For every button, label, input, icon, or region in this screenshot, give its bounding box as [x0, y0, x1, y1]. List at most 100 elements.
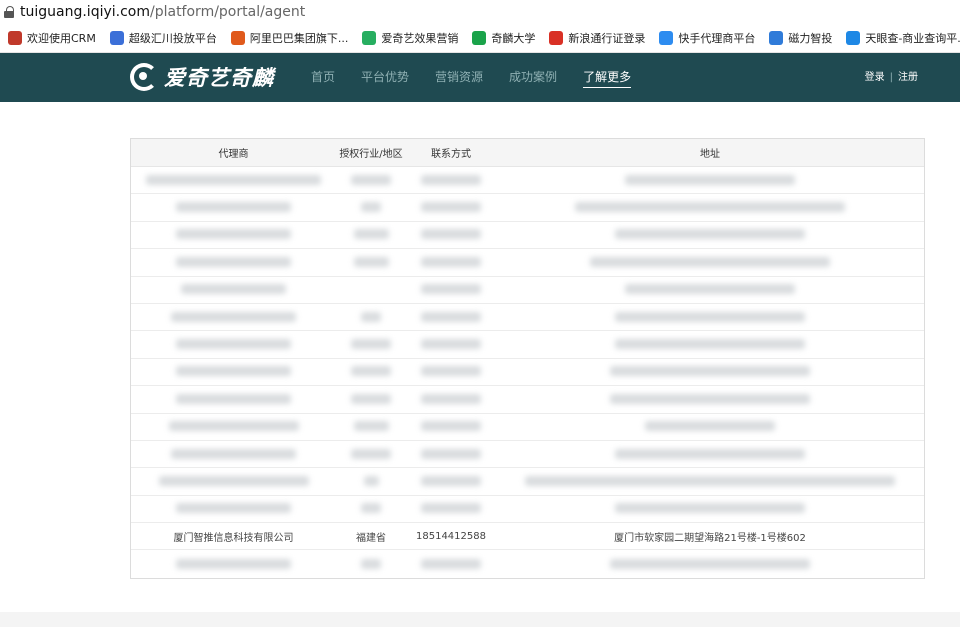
main-menu: 首页 平台优势 营销资源 成功案例 了解更多 [311, 53, 657, 102]
cell-phone [406, 311, 496, 323]
bookmark-label: 超级汇川投放平台 [128, 32, 217, 45]
redacted-text [615, 339, 805, 350]
cell-address [496, 339, 924, 350]
cell-phone [406, 503, 496, 514]
nav-home[interactable]: 首页 [311, 53, 335, 102]
redacted-text [575, 202, 845, 213]
cell-phone [406, 448, 496, 460]
cell-agent [131, 558, 336, 570]
cell-address [496, 448, 924, 460]
cell-phone [406, 558, 496, 570]
cell-phone [406, 421, 496, 432]
redacted-text [421, 421, 481, 432]
redacted-text [176, 339, 291, 350]
nav-resources[interactable]: 营销资源 [435, 53, 483, 102]
table-row [131, 441, 924, 469]
qilin-icon [472, 31, 487, 45]
cell-phone [406, 475, 496, 487]
redacted-text [610, 393, 810, 404]
redacted-text [610, 366, 810, 377]
redacted-text [171, 448, 296, 459]
cell-region [336, 366, 406, 377]
redacted-text [353, 256, 389, 267]
bookmark-item[interactable]: 欢迎使用CRM [8, 30, 96, 46]
logo-mark-icon [130, 63, 158, 91]
redacted-text [421, 448, 481, 459]
redacted-text [625, 174, 795, 185]
register-link[interactable]: 注册 [898, 72, 918, 83]
bookmark-item[interactable]: 奇麟大学 [472, 30, 535, 46]
redacted-text [421, 366, 481, 377]
cell-address [496, 284, 924, 295]
lock-icon [4, 6, 14, 18]
redacted-text [590, 256, 830, 267]
cell-phone [406, 256, 496, 268]
cell-region [336, 558, 406, 570]
cell-phone [406, 202, 496, 213]
cell-agent [131, 284, 336, 295]
bookmark-item[interactable]: 新浪通行证登录 [549, 30, 645, 46]
bookmark-label: 新浪通行证登录 [568, 32, 646, 45]
bookmark-item[interactable]: 天眼查-商业查询平... [846, 30, 960, 46]
table-row [131, 414, 924, 441]
redacted-text [610, 558, 810, 569]
redacted-text [176, 202, 291, 213]
redacted-text [351, 366, 391, 377]
bookmark-label: 奇麟大学 [491, 32, 536, 45]
cell-region [336, 311, 406, 323]
bookmark-item[interactable]: 磁力智投 [769, 30, 832, 46]
table-row [131, 359, 924, 387]
bookmark-label: 磁力智投 [788, 32, 833, 45]
table-row [131, 222, 924, 250]
redacted-text [615, 503, 805, 514]
header-address: 地址 [700, 149, 720, 160]
redacted-text [171, 311, 296, 322]
redacted-text [176, 393, 291, 404]
redacted-text [421, 229, 481, 240]
cell-address [496, 311, 924, 323]
cell-region [336, 256, 406, 268]
redacted-text [421, 311, 481, 322]
uc-icon [109, 31, 124, 45]
cell-address [496, 229, 924, 240]
tianyancha-icon [846, 31, 861, 45]
cell-agent [131, 339, 336, 350]
bookmark-item[interactable]: 超级汇川投放平台 [109, 30, 217, 46]
redacted-text [361, 202, 381, 213]
cell-phone: 18514412588 [416, 530, 486, 542]
cell-region [336, 448, 406, 460]
bookmark-item[interactable]: 快手代理商平台 [659, 30, 755, 46]
iqiyi-qilin-logo[interactable]: 爱奇艺奇麟 [130, 62, 274, 92]
nav-cases[interactable]: 成功案例 [509, 53, 557, 102]
bookmark-label: 快手代理商平台 [678, 32, 756, 45]
redacted-text [421, 202, 481, 213]
bookmark-item[interactable]: 阿里巴巴集团旗下... [230, 30, 348, 46]
redacted-text [421, 475, 481, 486]
redacted-text [361, 311, 381, 322]
nav-advantages[interactable]: 平台优势 [361, 53, 409, 102]
cell-agent [131, 311, 336, 323]
weibo-icon [549, 31, 564, 45]
table-row [131, 550, 924, 577]
redacted-text [146, 174, 321, 185]
auth-links: 登录 | 注册 [865, 53, 918, 102]
redacted-text [645, 421, 775, 432]
redacted-text [353, 421, 389, 432]
address-bar[interactable]: tuiguang.iqiyi.com/platform/portal/agent [0, 0, 960, 24]
cell-address: 厦门市软家园二期望海路21号楼-1号楼602 [614, 532, 806, 544]
header-region: 授权行业/地区 [339, 149, 403, 160]
redacted-text [176, 558, 291, 569]
cell-agent [131, 256, 336, 268]
table-row [131, 249, 924, 277]
redacted-text [625, 284, 795, 295]
login-link[interactable]: 登录 [865, 72, 885, 83]
url-domain: tuiguang.iqiyi.com [20, 4, 150, 20]
bookmark-label: 天眼查-商业查询平... [865, 32, 960, 45]
cell-address [496, 393, 924, 405]
cell-phone [406, 284, 496, 295]
table-row [131, 304, 924, 332]
bookmark-item[interactable]: 爱奇艺效果营销 [362, 30, 458, 46]
nav-learn-more[interactable]: 了解更多 [583, 53, 632, 102]
cell-address [496, 558, 924, 570]
auth-separator: | [889, 72, 893, 83]
